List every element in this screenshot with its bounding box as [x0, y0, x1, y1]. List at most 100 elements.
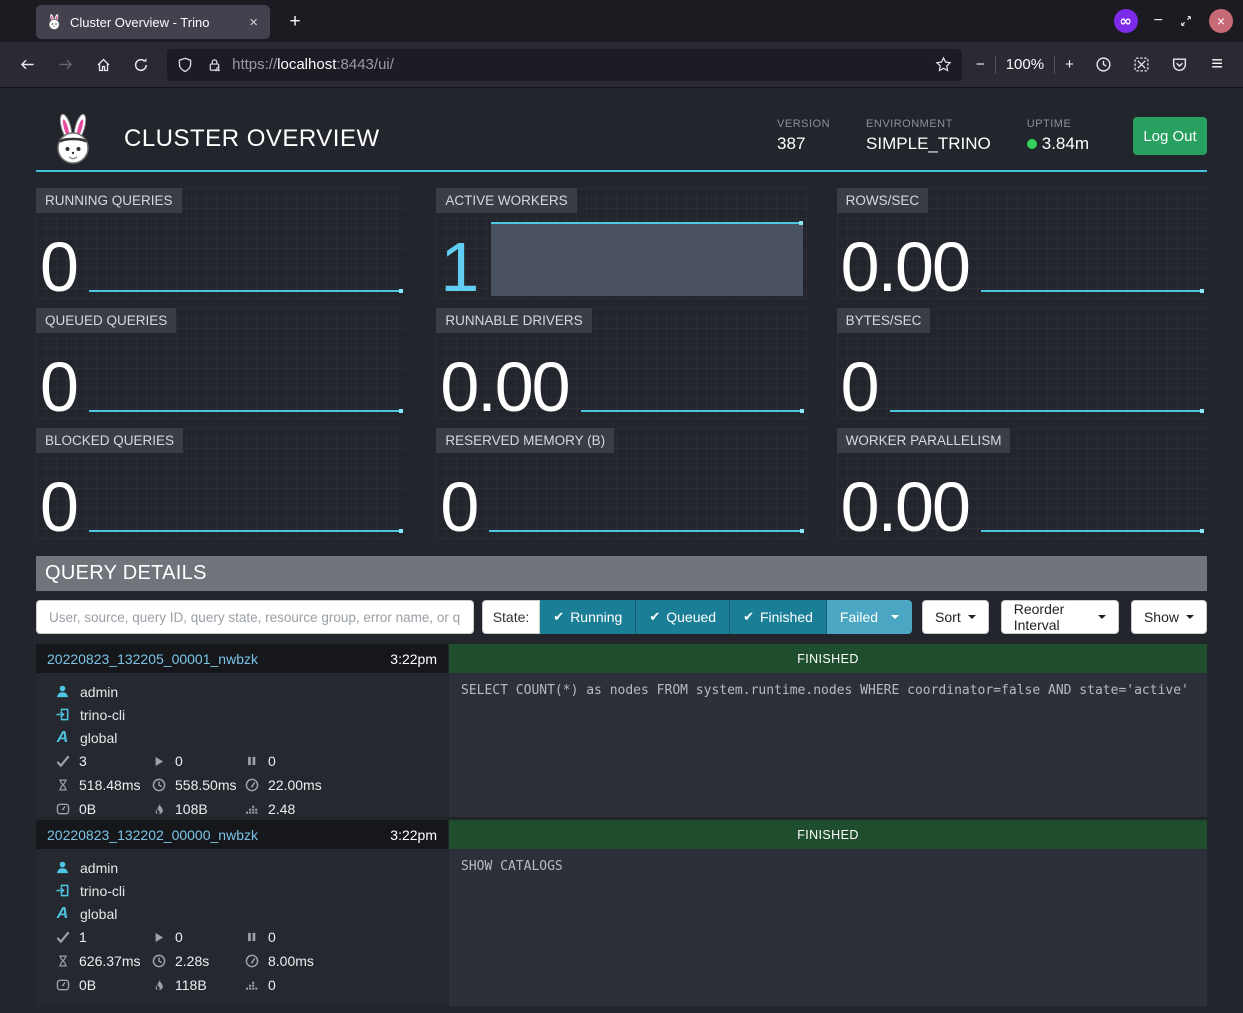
logout-button[interactable]: Log Out: [1133, 117, 1207, 155]
queued-splits: 0: [268, 753, 276, 769]
query-id-link[interactable]: 20220823_132202_00000_nwbzk: [47, 827, 258, 843]
tab-close-icon[interactable]: ×: [247, 14, 260, 31]
url-bar[interactable]: https://localhost:8443/ui/: [167, 49, 962, 81]
window-close-button[interactable]: ×: [1209, 9, 1233, 33]
reload-icon: [133, 57, 149, 73]
query-row: admin trino-cli Aglobal 1 0 0 626.37ms 2…: [36, 849, 1207, 1006]
window-maximize-button[interactable]: [1179, 14, 1193, 28]
running-splits-icon: [153, 931, 165, 944]
cumulative-memory: 2.48: [268, 801, 295, 817]
environment-label: ENVIRONMENT: [866, 118, 991, 130]
chevron-down-icon: [968, 615, 976, 619]
history-clock-icon: [1095, 56, 1112, 73]
query-search-input[interactable]: [36, 600, 474, 634]
query-user: admin: [80, 684, 118, 700]
state-running-button[interactable]: ✔Running: [540, 600, 636, 634]
sparkline: [981, 530, 1203, 532]
url-scheme: https://: [232, 56, 277, 73]
current-memory-scale-icon: [56, 979, 70, 991]
stat-card-active-workers: ACTIVE WORKERS 1: [436, 188, 806, 300]
current-memory-scale-icon: [56, 803, 70, 815]
browser-titlebar: Cluster Overview - Trino × + ∞ − ×: [0, 0, 1243, 42]
query-sql-text: SHOW CATALOGS: [449, 849, 1207, 1006]
stat-value: 0.00: [841, 479, 969, 536]
query-status-badge: FINISHED: [449, 820, 1207, 849]
forward-button[interactable]: [50, 49, 82, 81]
sparkline: [89, 410, 402, 412]
tracking-shield-icon[interactable]: [177, 57, 193, 73]
check-icon: ✔: [743, 610, 754, 625]
new-tab-button[interactable]: +: [282, 9, 308, 35]
trino-cluster-overview-page: CLUSTER OVERVIEW VERSION 387 ENVIRONMENT…: [0, 88, 1243, 1013]
pocket-icon: [1171, 56, 1188, 73]
menu-button[interactable]: ≡: [1201, 49, 1233, 81]
completed-splits-icon: [56, 931, 70, 943]
version-value: 387: [777, 134, 830, 154]
stat-card-running-queries: RUNNING QUERIES 0: [36, 188, 406, 300]
back-icon: [19, 57, 36, 72]
version-label: VERSION: [777, 118, 830, 130]
cluster-stats-grid: RUNNING QUERIES 0 ACTIVE WORKERS 1 ROWS/…: [36, 188, 1207, 540]
stat-label: QUEUED QUERIES: [36, 308, 176, 333]
stat-value: 0: [841, 359, 878, 416]
chevron-down-icon: [1098, 615, 1106, 619]
page-title: CLUSTER OVERVIEW: [124, 125, 380, 153]
zoom-in-button[interactable]: +: [1065, 56, 1074, 73]
uptime-status-dot: [1027, 139, 1037, 149]
sparkline-filled: [491, 222, 802, 296]
browser-tab[interactable]: Cluster Overview - Trino ×: [36, 5, 270, 39]
home-button[interactable]: [88, 49, 120, 81]
state-failed-dropdown[interactable]: Failed: [827, 600, 912, 634]
reload-button[interactable]: [125, 49, 157, 81]
stat-card-runnable-drivers: RUNNABLE DRIVERS 0.00: [436, 308, 806, 420]
private-browsing-icon: ∞: [1114, 9, 1138, 33]
query-list: 20220823_132205_00001_nwbzk 3:22pm FINIS…: [36, 644, 1207, 1006]
screenshot-button[interactable]: [1126, 49, 1158, 81]
stat-value: 0: [440, 479, 477, 536]
forward-icon: [57, 57, 74, 72]
stat-label: ACTIVE WORKERS: [436, 188, 576, 213]
current-memory: 0B: [79, 801, 96, 817]
wall-time-hourglass-icon: [57, 778, 69, 792]
url-text: https://localhost:8443/ui/: [232, 56, 935, 73]
resource-group-icon: A: [54, 729, 71, 747]
home-icon: [95, 57, 112, 73]
check-icon: ✔: [553, 610, 564, 625]
sort-dropdown[interactable]: Sort: [922, 600, 989, 634]
maximize-icon: [1179, 14, 1193, 28]
stat-card-blocked-queries: BLOCKED QUERIES 0: [36, 428, 406, 540]
running-splits-icon: [153, 755, 165, 768]
query-row-header: 20220823_132205_00001_nwbzk 3:22pm FINIS…: [36, 644, 1207, 673]
url-path: :8443/ui/: [336, 56, 394, 73]
stat-value: 1: [440, 239, 477, 296]
query-row-header: 20220823_132202_00000_nwbzk 3:22pm FINIS…: [36, 820, 1207, 849]
reorder-interval-dropdown[interactable]: Reorder Interval: [1001, 600, 1119, 634]
show-dropdown[interactable]: Show: [1131, 600, 1207, 634]
query-source: trino-cli: [80, 707, 125, 723]
lock-warning-icon[interactable]: [207, 57, 222, 73]
queued-splits-icon: [246, 755, 257, 767]
history-button[interactable]: [1088, 49, 1120, 81]
bookmark-star-icon[interactable]: [935, 56, 952, 73]
zoom-level[interactable]: 100%: [1006, 56, 1044, 73]
state-filter-group: State: ✔Running ✔Queued ✔Finished Failed: [482, 600, 912, 634]
user-icon: [55, 860, 70, 875]
total-time: 558.50ms: [175, 777, 236, 793]
cumulative-memory-icon: [245, 803, 259, 815]
state-finished-button[interactable]: ✔Finished: [730, 600, 827, 634]
stat-card-queued-queries: QUEUED QUERIES 0: [36, 308, 406, 420]
query-filter-toolbar: State: ✔Running ✔Queued ✔Finished Failed…: [36, 600, 1207, 634]
stat-label: RUNNABLE DRIVERS: [436, 308, 591, 333]
query-resource-group: global: [80, 906, 117, 922]
query-id-link[interactable]: 20220823_132205_00001_nwbzk: [47, 651, 258, 667]
stat-label: WORKER PARALLELISM: [837, 428, 1011, 453]
cumulative-memory: 0: [268, 977, 276, 993]
sparkline: [981, 290, 1203, 292]
state-queued-button[interactable]: ✔Queued: [636, 600, 730, 634]
queued-splits: 0: [268, 929, 276, 945]
window-minimize-button[interactable]: −: [1154, 12, 1163, 30]
zoom-out-button[interactable]: −: [976, 56, 985, 73]
back-button[interactable]: [12, 49, 44, 81]
user-icon: [55, 684, 70, 699]
pocket-button[interactable]: [1163, 49, 1195, 81]
